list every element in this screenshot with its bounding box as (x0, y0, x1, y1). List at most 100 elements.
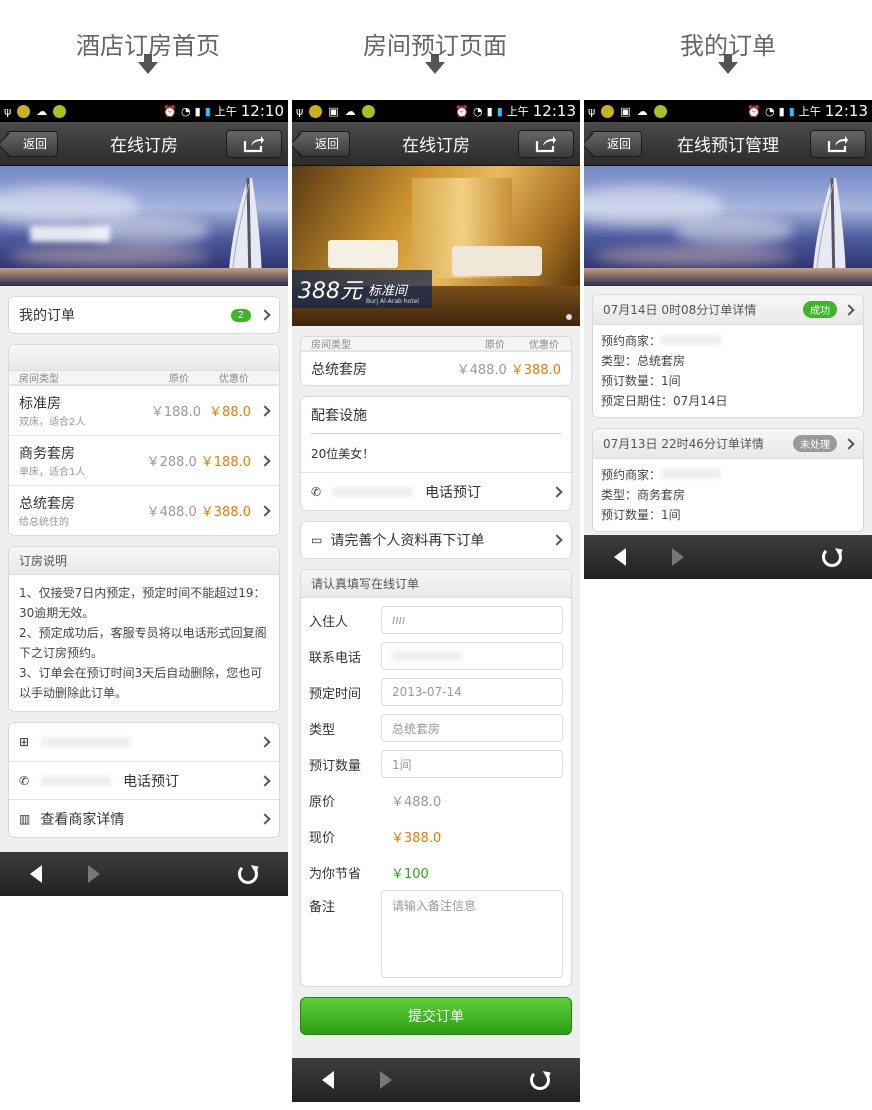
clock: 12:10 (240, 102, 284, 120)
col-disc: 优惠价 (219, 374, 249, 385)
profile-card: ▭ 请完善个人资料再下订单 (300, 521, 572, 559)
back-arrow-icon[interactable] (322, 1071, 334, 1089)
building-icon: ▥ (19, 811, 31, 826)
order-card[interactable]: 07月13日 22时46分订单详情 未处理 预约商家： 类型：商务套房 预订数量… (592, 428, 864, 532)
bottom-toolbar (292, 1058, 580, 1102)
room-list-header (9, 345, 279, 371)
col-type: 房间类型 (311, 340, 351, 351)
save-row: 为你节省 ￥100 (301, 854, 571, 890)
back-label: 返回 (23, 137, 48, 151)
back-label: 返回 (315, 137, 340, 151)
share-button[interactable] (518, 129, 574, 158)
merchant-details-row[interactable]: ▥ 查看商家详情 (9, 799, 279, 837)
room-row[interactable]: 标准房 双床，适合2人 ￥188.0 ￥88.0 (9, 385, 279, 435)
submit-order-button[interactable]: 提交订单 (300, 997, 572, 1035)
room-desc: 单床，适合1人 (19, 467, 86, 478)
room-orig-price: ￥288.0 (146, 455, 197, 470)
chevron-right-icon (843, 303, 855, 316)
id-card-icon: ▭ (311, 533, 323, 547)
room-tag: 标准间 (368, 283, 408, 299)
hotel-english-name: Burj Al-Arab hotel (366, 298, 419, 305)
status-bar: ψ ☁ ⏰ ◔ ▮ ▮ 上午 12:10 (0, 100, 288, 122)
merchant-blurred (661, 335, 722, 345)
qty-value: 1间 (392, 757, 412, 772)
guest-input[interactable]: ıııı (381, 606, 563, 634)
order-merchant: 预约商家： (601, 465, 855, 485)
order-header: 07月13日 22时46分订单详情 未处理 (593, 429, 863, 459)
chevron-right-icon (259, 812, 271, 825)
note-row: 备注 请输入备注信息 (301, 890, 571, 978)
back-button[interactable]: 返回 (590, 130, 643, 157)
app-icon (361, 104, 375, 118)
merchant-details-label: 查看商家详情 (40, 811, 125, 828)
room-disc-price: ￥88.0 (209, 405, 251, 420)
room-photo: 388元 标准间 Burj Al-Arab hotel (292, 166, 580, 326)
clock: 12:13 (824, 102, 868, 120)
phone-booking-row[interactable]: ✆ 电话预订 (301, 472, 571, 510)
refresh-icon[interactable] (530, 1070, 550, 1090)
facility-value: 20位美女！ (311, 446, 375, 461)
room-orig-price: ￥188.0 (150, 405, 202, 420)
signal-icon: ▮ (194, 104, 201, 118)
room-name: 总统套房 (19, 496, 75, 512)
order-card[interactable]: 07月14日 0时08分订单详情 成功 预约商家： 类型：总统套房 预订数量：1… (592, 294, 864, 418)
room-name: 标准房 (19, 396, 61, 412)
time-input[interactable]: 2013-07-14 (381, 678, 563, 706)
ampm-label: 上午 (506, 105, 529, 118)
phone-booking-row[interactable]: ✆ 电话预订 (9, 761, 279, 799)
back-button[interactable]: 返回 (298, 130, 351, 157)
notes-card: 订房说明 1、仅接受7日内预定，预定时间不能超过19：30逾期无效。 2、预定成… (8, 546, 280, 712)
room-orig-price: ￥488.0 (456, 363, 507, 378)
cloud-icon: ☁ (344, 104, 356, 118)
carousel-dot[interactable] (566, 314, 572, 320)
note-item: 2、预定成功后，客服专员将以电话形式回复阁下之订房预约。 (19, 626, 267, 660)
usb-icon: ψ (296, 104, 304, 118)
my-orders-row[interactable]: 我的订单 2 (9, 297, 279, 333)
complete-profile-row[interactable]: ▭ 请完善个人资料再下订单 (301, 522, 571, 558)
room-row[interactable]: 商务套房 单床，适合1人 ￥288.0 ￥188.0 (9, 435, 279, 485)
forward-arrow-icon[interactable] (380, 1071, 392, 1089)
phone-input[interactable] (381, 642, 563, 670)
forward-arrow-icon[interactable] (88, 865, 100, 883)
type-input[interactable]: 总统套房 (381, 714, 563, 742)
map-row[interactable]: ⊞ (9, 723, 279, 761)
room-name: 总统套房 (311, 361, 367, 378)
note-textarea[interactable]: 请输入备注信息 (381, 890, 563, 978)
links-card: ⊞ ✆ 电话预订 ▥ 查看商家详情 (8, 722, 280, 838)
phone-label: 联系电话 (309, 650, 362, 666)
back-arrow-icon[interactable] (614, 548, 626, 566)
share-button[interactable] (810, 129, 866, 158)
bottom-toolbar (584, 535, 872, 579)
navbar: 返回 在线订房 (0, 122, 288, 166)
qty-row: 预订数量 1间 (301, 746, 571, 782)
app-icon (17, 104, 31, 118)
battery-icon: ▮ (204, 104, 211, 118)
refresh-icon[interactable] (822, 547, 842, 567)
orders-scroll[interactable]: 07月14日 0时08分订单详情 成功 预约商家： 类型：总统套房 预订数量：1… (584, 286, 872, 533)
status-badge: 成功 (803, 301, 837, 318)
share-button[interactable] (226, 129, 282, 158)
clock: 12:13 (532, 102, 576, 120)
qty-input[interactable]: 1间 (381, 750, 563, 778)
room-disc-price: ￥188.0 (200, 455, 251, 470)
order-title: 07月13日 22时46分订单详情 (603, 437, 764, 451)
phone-blurred (333, 486, 414, 497)
room-orig-price: ￥488.0 (146, 505, 197, 520)
back-label: 返回 (607, 137, 632, 151)
selected-room-row: 总统套房 ￥488.0 ￥388.0 (301, 351, 571, 385)
navbar: 返回 在线预订管理 (584, 122, 872, 166)
guest-row: 入住人 ıııı (301, 602, 571, 638)
guest-label: 入住人 (309, 614, 349, 630)
now-label: 现价 (309, 830, 336, 846)
wifi-icon: ◔ (181, 104, 191, 118)
back-arrow-icon[interactable] (30, 865, 42, 883)
refresh-icon[interactable] (238, 864, 258, 884)
room-row[interactable]: 总统套房 给总统住的 ￥488.0 ￥388.0 (9, 485, 279, 535)
app-icon (653, 104, 667, 118)
share-icon (535, 135, 556, 152)
back-button[interactable]: 返回 (6, 130, 59, 157)
phone-row: 联系电话 (301, 638, 571, 674)
status-badge: 未处理 (793, 435, 837, 452)
order-qty: 预订数量：1间 (601, 374, 681, 388)
forward-arrow-icon[interactable] (672, 548, 684, 566)
